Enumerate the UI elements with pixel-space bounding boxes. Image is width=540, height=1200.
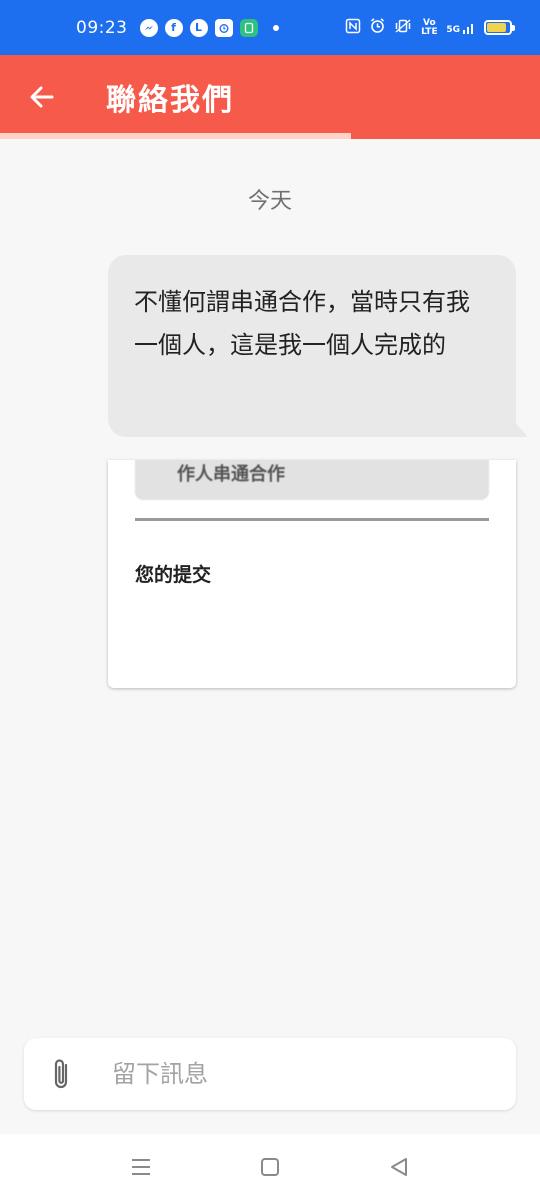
- menu-icon: [132, 1159, 150, 1175]
- system-nav-bar: [0, 1134, 540, 1200]
- attachment-image-card[interactable]: 作人串通合作 您的提交: [108, 460, 516, 688]
- attachment-preview-label: 您的提交: [135, 564, 212, 586]
- arrow-left-icon: [30, 86, 54, 108]
- nfc-icon: [345, 18, 361, 38]
- home-icon: [261, 1158, 279, 1176]
- status-right-icons: Vo LTE 5G: [345, 17, 515, 38]
- message-input[interactable]: [110, 1059, 490, 1089]
- status-left-icons: f L: [139, 18, 279, 37]
- paperclip-icon: [54, 1059, 68, 1089]
- status-time: 09:23: [76, 17, 128, 38]
- message-bubble[interactable]: 不懂何謂串通合作，當時只有我一個人，這是我一個人完成的: [108, 255, 516, 437]
- notification-dot-icon: [272, 24, 279, 31]
- volte-icon: Vo LTE: [421, 17, 438, 37]
- attach-button[interactable]: [32, 1044, 92, 1104]
- message-bubble-tail: [512, 419, 528, 437]
- attachment-preview-textbox: 作人串通合作: [135, 460, 489, 500]
- home-button[interactable]: [255, 1152, 285, 1182]
- line-icon: L: [189, 18, 208, 37]
- messenger-icon: [139, 18, 158, 37]
- signal-5g-icon: 5G: [446, 21, 476, 35]
- status-bar: 09:23 f L Vo LTE 5G: [0, 0, 540, 55]
- facebook-icon: f: [164, 18, 183, 37]
- message-input-bar: [24, 1038, 516, 1110]
- green-app-icon: [239, 18, 258, 37]
- page-title: 聯絡我們: [106, 83, 234, 118]
- attachment-preview-divider: [135, 518, 489, 521]
- vibrate-icon: [394, 18, 412, 38]
- back-button[interactable]: [12, 67, 72, 127]
- battery-fill: [487, 23, 506, 32]
- battery-icon: [484, 20, 515, 35]
- date-divider: 今天: [247, 189, 292, 214]
- chat-area[interactable]: 今天 不懂何謂串通合作，當時只有我一個人，這是我一個人完成的 作人串通合作 您的…: [0, 139, 540, 1034]
- back-triangle-icon: [391, 1158, 407, 1176]
- back-nav-button[interactable]: [384, 1152, 414, 1182]
- app-bar: 聯絡我們: [0, 55, 540, 139]
- alarm-icon: [369, 17, 386, 38]
- menu-button[interactable]: [126, 1152, 156, 1182]
- alarm-app-icon: [214, 18, 233, 37]
